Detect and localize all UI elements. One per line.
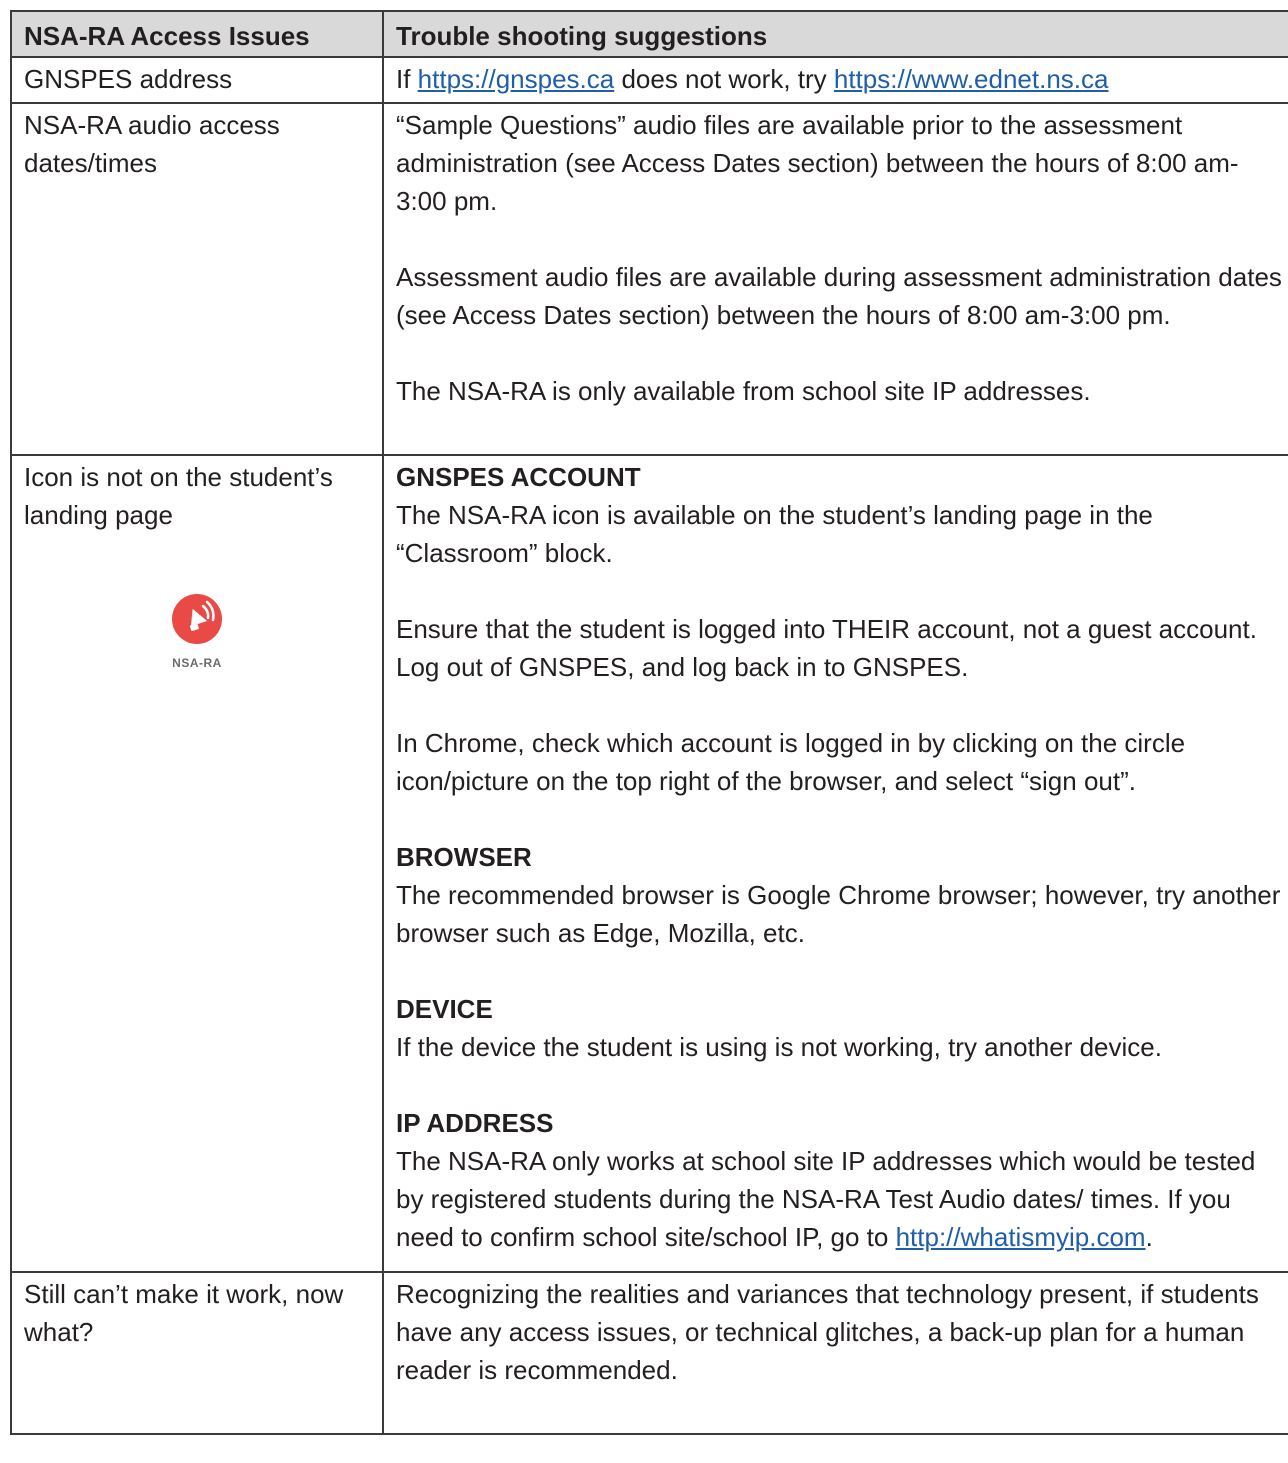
browser-paragraph: The recommended browser is Google Chrome… (396, 880, 1281, 948)
icon-caption: NSA-RA (172, 656, 222, 670)
table-header-row: NSA-RA Access Issues Trouble shooting su… (10, 10, 1288, 58)
suggestion-cell: “Sample Questions” audio files are avail… (382, 102, 1288, 456)
speaker-megaphone-icon (172, 594, 222, 644)
suggestion-cell: Recognizing the realities and variances … (382, 1271, 1288, 1435)
issue-cell: Still can’t make it work, now what? (10, 1271, 384, 1435)
troubleshooting-table: NSA-RA Access Issues Trouble shooting su… (10, 10, 1288, 1435)
issue-cell: NSA-RA audio access dates/times (10, 102, 384, 456)
gnspes-link[interactable]: https://gnspes.ca (418, 64, 615, 94)
suggestion-cell: If https://gnspes.ca does not work, try … (382, 56, 1288, 104)
table-row: GNSPES address If https://gnspes.ca does… (10, 56, 1288, 104)
sample-questions-paragraph: “Sample Questions” audio files are avail… (396, 110, 1239, 216)
device-paragraph: If the device the student is using is no… (396, 1032, 1162, 1062)
account-paragraph-3: In Chrome, check which account is logged… (396, 728, 1186, 796)
text-middle: does not work, try (614, 64, 834, 94)
text-prefix: If (396, 64, 418, 94)
header-suggestions: Trouble shooting suggestions (382, 10, 1288, 58)
ednet-link[interactable]: https://www.ednet.ns.ca (834, 64, 1109, 94)
browser-heading: BROWSER (396, 842, 532, 872)
nsa-ra-app-icon: NSA-RA (12, 594, 382, 670)
assessment-audio-paragraph: Assessment audio files are available dur… (396, 262, 1282, 330)
device-heading: DEVICE (396, 994, 493, 1024)
whatismyip-link[interactable]: http://whatismyip.com (896, 1222, 1146, 1252)
suggestion-cell: GNSPES ACCOUNT The NSA-RA icon is availa… (382, 454, 1288, 1273)
ip-address-paragraph: The NSA-RA only works at school site IP … (396, 1146, 1256, 1252)
table-row: Still can’t make it work, now what? Reco… (10, 1271, 1288, 1435)
account-paragraph-2: Ensure that the student is logged into T… (396, 614, 1257, 682)
issue-cell: GNSPES address (10, 56, 384, 104)
issue-cell: Icon is not on the student’s landing pag… (10, 454, 384, 1273)
table-row: NSA-RA audio access dates/times “Sample … (10, 102, 1288, 456)
gnspes-account-heading: GNSPES ACCOUNT (396, 462, 641, 492)
table-row: Icon is not on the student’s landing pag… (10, 454, 1288, 1273)
header-issues: NSA-RA Access Issues (10, 10, 384, 58)
ip-address-heading: IP ADDRESS (396, 1108, 554, 1138)
school-ip-paragraph: The NSA-RA is only available from school… (396, 376, 1091, 406)
account-paragraph-1: The NSA-RA icon is available on the stud… (396, 500, 1153, 568)
